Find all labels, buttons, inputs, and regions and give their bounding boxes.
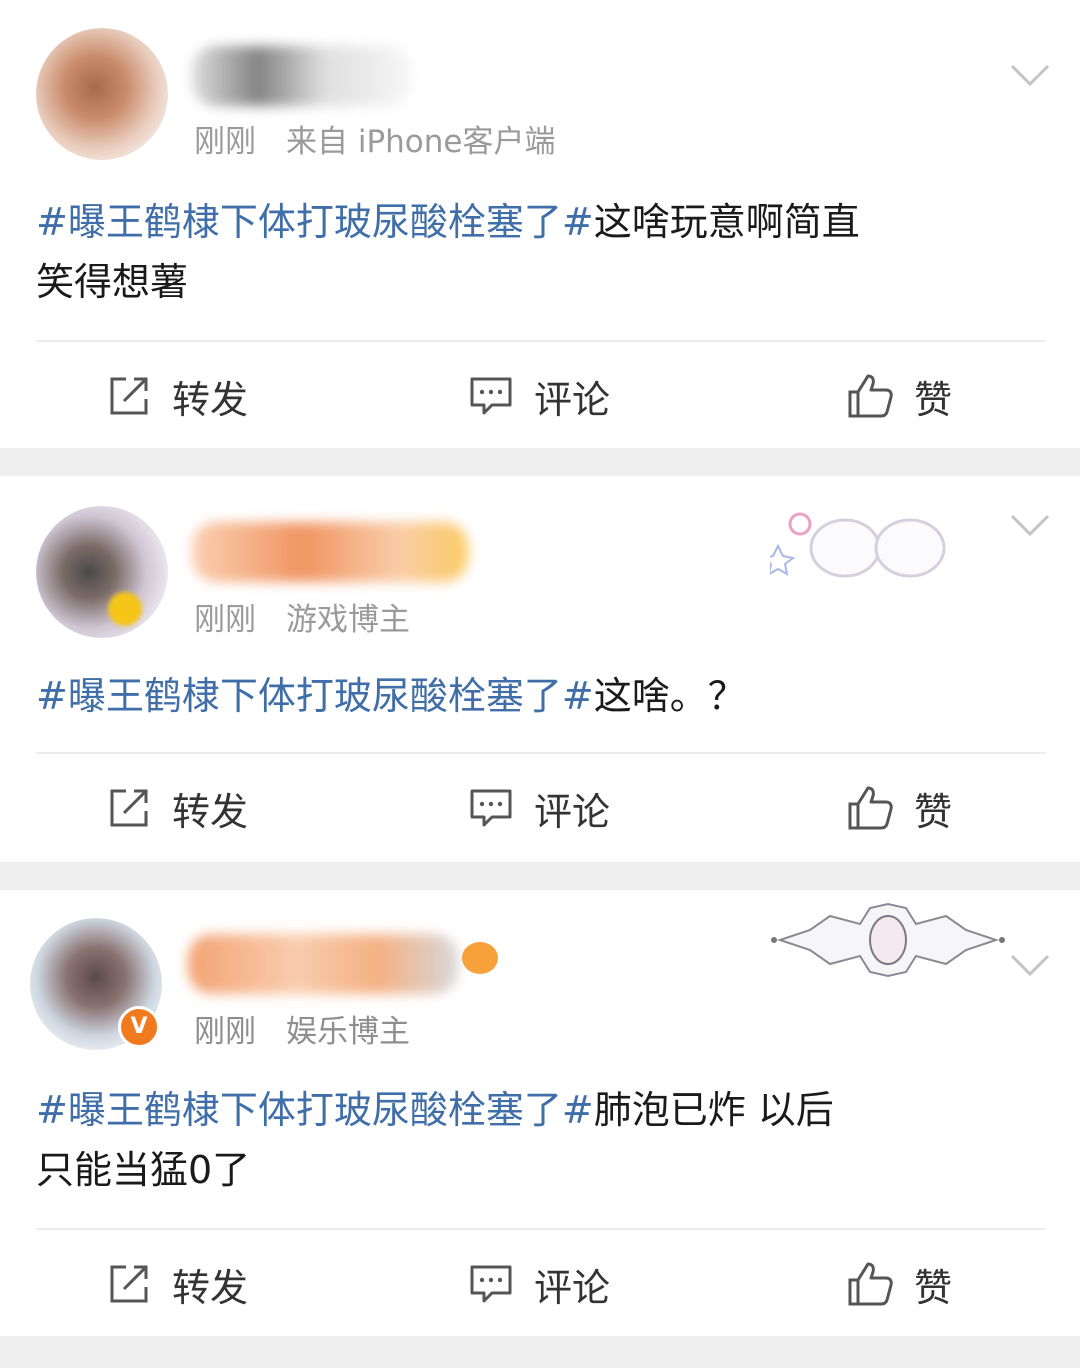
comment-icon xyxy=(470,789,512,827)
verified-badge-icon: V xyxy=(118,1006,160,1048)
weibo-feed: 刚刚 来自 iPhone客户端 #曝王鹤棣下体打玻尿酸栓塞了#这啥玩意啊简直 笑得… xyxy=(0,0,1080,1336)
repost-icon xyxy=(110,1265,148,1303)
chevron-down-icon[interactable] xyxy=(1010,506,1050,546)
post-meta: 刚刚 来自 iPhone客户端 xyxy=(194,116,556,161)
repost-button[interactable]: 转发 xyxy=(106,758,248,858)
post-text: #曝王鹤棣下体打玻尿酸栓塞了#这啥玩意啊简直 笑得想薯 xyxy=(36,192,1041,312)
comment-button[interactable]: 评论 xyxy=(468,758,610,858)
comment-button[interactable]: 评论 xyxy=(468,1234,610,1334)
post-card: V 刚刚娱乐博主 #曝王鹤棣下体打玻尿酸栓塞了#肺泡已炸 以后 只能当猛0了 xyxy=(0,890,1080,1336)
chevron-down-icon[interactable] xyxy=(1010,946,1050,986)
comment-icon xyxy=(470,1265,512,1303)
like-icon xyxy=(848,374,893,418)
hashtag-link[interactable]: #曝王鹤棣下体打玻尿酸栓塞了# xyxy=(36,1088,594,1132)
post-time: 刚刚 xyxy=(194,124,256,160)
divider xyxy=(36,340,1046,342)
chevron-down-icon[interactable] xyxy=(1010,56,1050,96)
divider xyxy=(36,1228,1046,1230)
post-body-line2: 只能当猛0了 xyxy=(36,1148,251,1192)
post-source: 娱乐博主 xyxy=(286,1014,410,1050)
decorative-sticker xyxy=(770,512,946,578)
post-body-line2: 笑得想薯 xyxy=(36,260,189,304)
action-bar: 转发 评论 赞 xyxy=(0,1234,1080,1334)
comment-icon xyxy=(470,377,512,415)
action-bar: 转发 评论 赞 xyxy=(0,346,1080,446)
comment-label: 评论 xyxy=(534,789,611,834)
comment-label: 评论 xyxy=(534,1265,611,1310)
repost-label: 转发 xyxy=(172,789,249,834)
repost-label: 转发 xyxy=(172,1265,249,1310)
repost-button[interactable]: 转发 xyxy=(106,346,248,446)
repost-button[interactable]: 转发 xyxy=(106,1234,248,1334)
post-body: 肺泡已炸 以后 xyxy=(593,1088,834,1132)
post-time: 刚刚 xyxy=(194,602,256,638)
repost-icon xyxy=(110,789,148,827)
like-label: 赞 xyxy=(914,789,953,834)
repost-icon xyxy=(110,377,148,415)
fish-emoji-icon xyxy=(462,942,498,974)
like-label: 赞 xyxy=(914,1265,953,1310)
like-button[interactable]: 赞 xyxy=(846,1234,952,1334)
post-time: 刚刚 xyxy=(194,1014,256,1050)
divider xyxy=(36,752,1046,754)
like-label: 赞 xyxy=(914,377,953,422)
post-card: 刚刚 游戏博主 #曝王鹤棣下体打玻尿酸栓塞了#这啥。？ 转发 评论 赞 xyxy=(0,476,1080,862)
like-button[interactable]: 赞 xyxy=(846,346,952,446)
comment-label: 评论 xyxy=(534,377,611,422)
hashtag-link[interactable]: #曝王鹤棣下体打玻尿酸栓塞了# xyxy=(36,674,594,718)
decorative-ribbon xyxy=(771,902,1005,978)
repost-label: 转发 xyxy=(172,377,249,422)
post-text: #曝王鹤棣下体打玻尿酸栓塞了#肺泡已炸 以后 只能当猛0了 xyxy=(36,1080,1041,1200)
avatar[interactable] xyxy=(36,28,168,160)
post-body: 这啥。？ xyxy=(593,674,746,718)
post-source: 游戏博主 xyxy=(286,602,410,638)
comment-button[interactable]: 评论 xyxy=(468,346,610,446)
hashtag-link[interactable]: #曝王鹤棣下体打玻尿酸栓塞了# xyxy=(36,200,594,244)
post-card: 刚刚 来自 iPhone客户端 #曝王鹤棣下体打玻尿酸栓塞了#这啥玩意啊简直 笑得… xyxy=(0,0,1080,448)
like-button[interactable]: 赞 xyxy=(846,758,952,858)
like-icon xyxy=(848,786,893,830)
username-redacted[interactable] xyxy=(192,46,412,106)
action-bar: 转发 评论 赞 xyxy=(0,758,1080,858)
username-redacted[interactable] xyxy=(188,934,458,994)
post-meta: 刚刚 娱乐博主 xyxy=(194,1006,410,1051)
avatar[interactable] xyxy=(36,506,168,638)
post-source: 来自 iPhone客户端 xyxy=(286,124,556,160)
post-body: 这啥玩意啊简直 xyxy=(593,200,860,244)
like-icon xyxy=(848,1262,893,1306)
username-redacted[interactable] xyxy=(192,522,468,582)
post-meta: 刚刚 游戏博主 xyxy=(194,594,410,639)
post-text: #曝王鹤棣下体打玻尿酸栓塞了#这啥。？ xyxy=(36,666,1041,726)
